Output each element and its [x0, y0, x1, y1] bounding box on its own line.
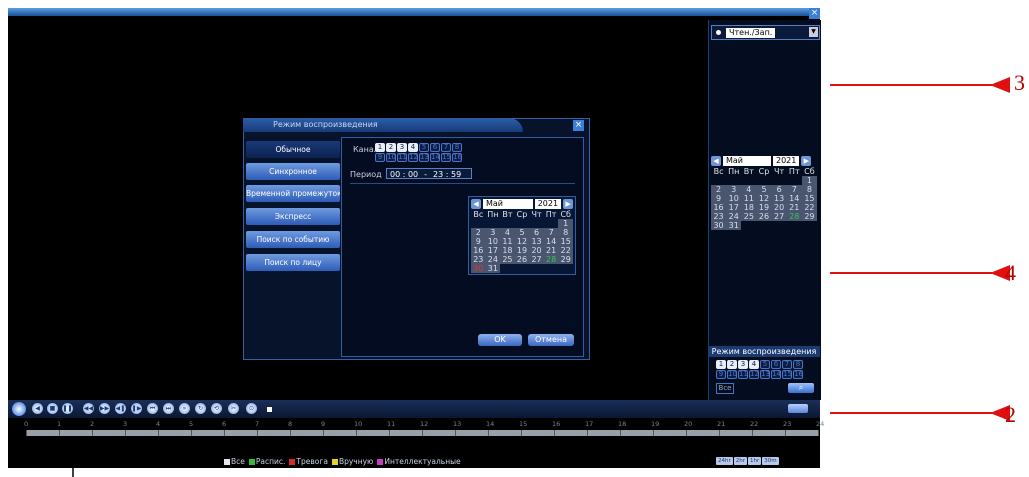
arrow-1-head [70, 440, 76, 448]
annotation-3: 3 [1014, 70, 1025, 95]
annotation-arrows [70, 77, 1010, 477]
annotation-4: 4 [1005, 260, 1016, 285]
annotation-2: 2 [1005, 402, 1016, 427]
